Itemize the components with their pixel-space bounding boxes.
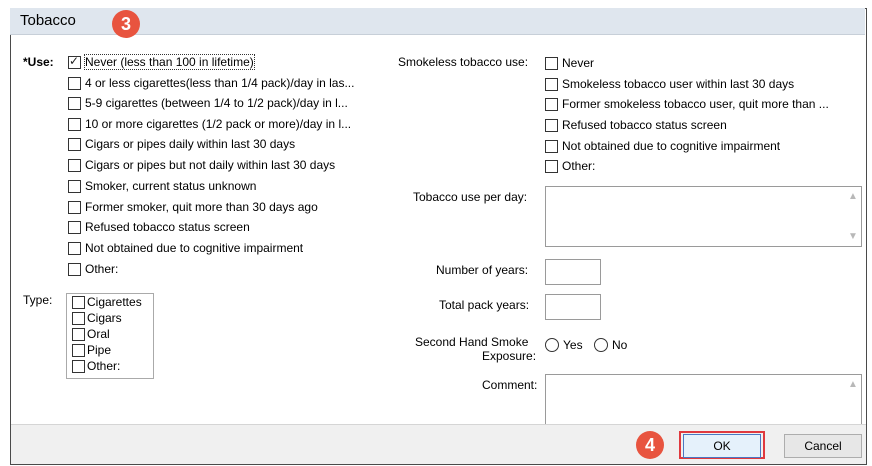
use-option-label: Cigars or pipes daily within last 30 day…: [85, 137, 296, 151]
use-option-label: Not obtained due to cognitive impairment: [85, 241, 304, 255]
use-label: *Use:: [23, 55, 54, 69]
type-option-cigars[interactable]: Cigars: [72, 311, 122, 325]
use-option-4-or-less[interactable]: 4 or less cigarettes(less than 1/4 pack)…: [68, 76, 354, 90]
type-option-other[interactable]: Other:: [72, 359, 120, 373]
checkbox[interactable]: [545, 139, 558, 153]
use-option-never[interactable]: Never (less than 100 in lifetime): [68, 54, 255, 70]
use-option-5-9[interactable]: 5-9 cigarettes (between 1/4 to 1/2 pack)…: [68, 96, 348, 110]
step-marker-4: 4: [636, 431, 664, 459]
per-day-textarea[interactable]: ▲ ▼: [545, 186, 862, 247]
second-hand-no[interactable]: No: [594, 338, 627, 352]
second-hand-label-line1: Second Hand Smoke: [415, 335, 529, 349]
smokeless-option-label: Refused tobacco status screen: [562, 118, 727, 132]
use-option-label: Smoker, current status unknown: [85, 179, 257, 193]
use-option-cigars-not-daily[interactable]: Cigars or pipes but not daily within las…: [68, 158, 335, 172]
checkbox[interactable]: [72, 327, 85, 341]
use-option-former-smoker[interactable]: Former smoker, quit more than 30 days ag…: [68, 200, 318, 214]
checkbox[interactable]: [72, 359, 85, 373]
checkbox[interactable]: [68, 241, 81, 255]
checkbox[interactable]: [68, 96, 81, 110]
type-option-pipe[interactable]: Pipe: [72, 343, 111, 357]
dialog-title: Tobacco: [20, 12, 76, 29]
cancel-button[interactable]: Cancel: [784, 434, 862, 458]
type-label: Type:: [23, 293, 53, 307]
type-option-label: Pipe: [87, 343, 112, 357]
comment-textarea[interactable]: ▲: [545, 374, 862, 425]
years-label: Number of years:: [436, 263, 529, 277]
smokeless-option-not-obtained[interactable]: Not obtained due to cognitive impairment: [545, 139, 780, 153]
use-option-label: 10 or more cigarettes (1/2 pack or more)…: [85, 117, 352, 131]
type-option-oral[interactable]: Oral: [72, 327, 110, 341]
use-option-label: Refused tobacco status screen: [85, 220, 250, 234]
checkbox[interactable]: [545, 56, 558, 70]
use-option-label: Never (less than 100 in lifetime): [84, 54, 255, 70]
checkbox[interactable]: [68, 220, 81, 234]
checkbox[interactable]: [68, 137, 81, 151]
pack-years-label: Total pack years:: [439, 298, 530, 312]
smokeless-option-label: Not obtained due to cognitive impairment: [562, 139, 781, 153]
smokeless-option-label: Former smokeless tobacco user, quit more…: [562, 97, 829, 111]
checkbox[interactable]: [72, 311, 85, 325]
smokeless-option-other[interactable]: Other:: [545, 159, 595, 173]
checkbox[interactable]: [545, 97, 558, 111]
use-option-label: 5-9 cigarettes (between 1/4 to 1/2 pack)…: [85, 96, 348, 110]
smokeless-option-label: Smokeless tobacco user within last 30 da…: [562, 77, 795, 91]
smokeless-option-label: Never: [562, 56, 595, 70]
smokeless-option-refused[interactable]: Refused tobacco status screen: [545, 118, 727, 132]
use-option-smoker-unknown[interactable]: Smoker, current status unknown: [68, 179, 256, 193]
radio-button[interactable]: [594, 338, 608, 352]
second-hand-label-line2: Exposure:: [482, 349, 537, 363]
pack-years-input[interactable]: [545, 294, 601, 320]
use-option-cigars-daily[interactable]: Cigars or pipes daily within last 30 day…: [68, 137, 295, 151]
checkbox[interactable]: [72, 295, 85, 309]
scroll-down-icon[interactable]: ▼: [847, 231, 859, 242]
smokeless-option-never[interactable]: Never: [545, 56, 594, 70]
ok-button[interactable]: OK: [683, 434, 761, 458]
use-option-label: Other:: [85, 262, 119, 276]
step-marker-3: 3: [112, 10, 140, 38]
checkbox[interactable]: [68, 76, 81, 90]
checkbox[interactable]: [68, 179, 81, 193]
type-option-label: Other:: [87, 359, 121, 373]
use-option-refused[interactable]: Refused tobacco status screen: [68, 220, 250, 234]
scroll-up-icon[interactable]: ▲: [847, 379, 859, 390]
per-day-label: Tobacco use per day:: [413, 190, 528, 204]
checkbox[interactable]: [545, 159, 558, 173]
checkbox[interactable]: [68, 54, 81, 69]
years-input[interactable]: [545, 259, 601, 285]
smokeless-option-former[interactable]: Former smokeless tobacco user, quit more…: [545, 97, 829, 111]
type-option-label: Cigars: [87, 311, 122, 325]
second-hand-yes[interactable]: Yes: [545, 338, 583, 352]
checkbox[interactable]: [68, 117, 81, 131]
checkbox[interactable]: [68, 262, 81, 276]
checkbox[interactable]: [68, 158, 81, 172]
type-option-label: Oral: [87, 327, 110, 341]
type-option-cigarettes[interactable]: Cigarettes: [72, 295, 142, 309]
use-option-not-obtained[interactable]: Not obtained due to cognitive impairment: [68, 241, 303, 255]
smokeless-label: Smokeless tobacco use:: [398, 55, 529, 69]
checkbox[interactable]: [68, 200, 81, 214]
radio-button[interactable]: [545, 338, 559, 352]
use-option-label: 4 or less cigarettes(less than 1/4 pack)…: [85, 76, 355, 90]
use-option-label: Former smoker, quit more than 30 days ag…: [85, 200, 318, 214]
checkbox[interactable]: [545, 118, 558, 132]
radio-label: No: [612, 338, 628, 352]
type-option-label: Cigarettes: [87, 295, 142, 309]
smokeless-option-label: Other:: [562, 159, 596, 173]
use-option-label: Cigars or pipes but not daily within las…: [85, 158, 336, 172]
use-option-10-or-more[interactable]: 10 or more cigarettes (1/2 pack or more)…: [68, 117, 351, 131]
use-option-other[interactable]: Other:: [68, 262, 118, 276]
smokeless-option-user[interactable]: Smokeless tobacco user within last 30 da…: [545, 77, 794, 91]
checkbox[interactable]: [545, 77, 558, 91]
radio-label: Yes: [563, 338, 583, 352]
checkbox[interactable]: [72, 343, 85, 357]
comment-label: Comment:: [482, 378, 538, 392]
scroll-up-icon[interactable]: ▲: [847, 191, 859, 202]
